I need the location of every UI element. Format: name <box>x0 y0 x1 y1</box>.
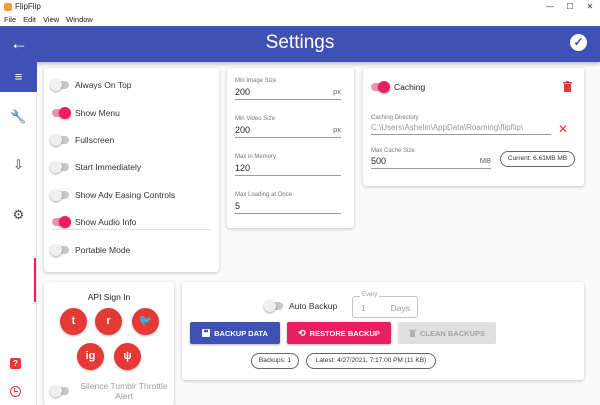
save-check-icon[interactable]: ✓ <box>570 34 587 51</box>
reddit-icon[interactable]: r <box>95 308 122 335</box>
min-video-size-field[interactable]: Min Video Size 200 px <box>235 116 341 138</box>
menu-edit[interactable]: Edit <box>23 14 36 26</box>
window-titlebar: FlipFlip — ☐ ✕ <box>0 0 600 14</box>
instagram-icon[interactable]: ig <box>77 343 104 370</box>
toggle-row-show-menu[interactable]: Show Menu <box>52 105 120 121</box>
sidebar: ≡ 🔧 ⇩ ⚙ <box>0 62 37 405</box>
twitter-icon[interactable]: 🐦 <box>132 308 159 335</box>
toggle-switch[interactable] <box>50 385 69 397</box>
current-cache-badge: Current: 6.61MB MB <box>500 151 575 167</box>
toggle-switch[interactable] <box>50 134 69 146</box>
window-title: FlipFlip <box>15 2 41 11</box>
history-icon[interactable] <box>10 386 21 397</box>
page-title: Settings <box>265 32 335 53</box>
menu-file[interactable]: File <box>4 14 16 26</box>
toggle-label: Show Audio Info <box>75 217 137 227</box>
every-unit: Days <box>390 303 410 313</box>
caching-toggle-row[interactable]: Caching <box>371 81 426 93</box>
menu-icon[interactable]: ≡ <box>0 62 37 92</box>
wrench-icon[interactable]: 🔧 <box>0 102 37 132</box>
caching-label: Caching <box>394 82 426 92</box>
min-image-size-field[interactable]: Min Image Size 200 px <box>235 78 341 100</box>
backup-every-field[interactable]: Every 1 Days <box>352 292 418 318</box>
maximize-button[interactable]: ☐ <box>560 0 580 14</box>
toggle-row-portable-mode[interactable]: Portable Mode <box>50 242 131 258</box>
auto-backup-label: Auto Backup <box>289 301 338 311</box>
trash-icon <box>408 329 416 337</box>
clear-directory-icon[interactable]: ✕ <box>558 123 568 135</box>
field-unit: MB <box>479 156 491 165</box>
toggle-switch[interactable] <box>371 81 390 93</box>
toggle-label: Always On Top <box>75 80 132 90</box>
toggle-switch[interactable] <box>264 300 283 312</box>
caching-directory-field[interactable]: Caching Directory C:\Users\Ashelin\AppDa… <box>371 115 551 135</box>
divider <box>52 229 211 230</box>
toggle-label: Start Immediately <box>75 162 142 172</box>
active-indicator <box>34 258 36 302</box>
api-signin-title: API Sign In <box>87 292 131 302</box>
bug-report-icon[interactable]: ? <box>10 358 21 369</box>
toggle-switch[interactable] <box>50 79 69 91</box>
api-signin-card: API Sign In t r 🐦 ig ψ Silence Tumblr Th… <box>44 282 174 405</box>
field-value[interactable]: 200 <box>235 87 250 97</box>
app-bar: ← Settings ✓ <box>0 26 600 62</box>
field-value[interactable]: 120 <box>235 163 250 173</box>
menu-view[interactable]: View <box>43 14 59 26</box>
general-options-card: Always On Top Show Menu Fullscreen Start… <box>44 68 219 272</box>
toggle-label: Show Menu <box>75 108 120 118</box>
latest-backup-badge: Latest: 4/27/2021, 7:17:00 PM (11 KB) <box>306 353 436 369</box>
import-file-icon[interactable]: ⇩ <box>0 150 37 180</box>
app-icon <box>4 3 12 11</box>
silence-toggle-row[interactable] <box>50 383 75 399</box>
restore-backup-button[interactable]: ⟲ RESTORE BACKUP <box>287 322 391 344</box>
auto-backup-toggle-row[interactable]: Auto Backup <box>264 298 338 314</box>
field-unit: px <box>333 87 341 96</box>
toggle-switch[interactable] <box>50 189 69 201</box>
menu-window[interactable]: Window <box>66 14 93 26</box>
toggle-row-audio-info[interactable]: Show Audio Info <box>52 214 136 230</box>
window-controls: — ☐ ✕ <box>540 0 600 14</box>
toggle-switch[interactable] <box>52 107 71 119</box>
menubar: File Edit View Window <box>0 14 600 26</box>
toggle-label: Portable Mode <box>75 245 131 255</box>
toggle-row-start-immediately[interactable]: Start Immediately <box>50 159 142 175</box>
tumblr-icon[interactable]: t <box>60 308 87 335</box>
trash-icon[interactable] <box>563 81 572 92</box>
hydrus-icon[interactable]: ψ <box>114 343 141 370</box>
every-value[interactable]: 1 <box>361 303 366 313</box>
field-value[interactable]: 200 <box>235 125 250 135</box>
silence-label: Silence Tumblr Throttle Alert <box>80 381 168 401</box>
sizes-card: Min Image Size 200 px Min Video Size 200 p… <box>227 68 354 228</box>
caching-directory-value[interactable]: C:\Users\Ashelin\AppData\Roaming\flipfli… <box>371 123 551 135</box>
max-loading-field[interactable]: Max Loading at Once 5 <box>235 192 341 214</box>
toggle-switch[interactable] <box>50 244 69 256</box>
toggle-label: Fullscreen <box>75 135 115 145</box>
max-cache-size-field[interactable]: Max Cache Size 500 MB <box>371 148 491 169</box>
toggle-switch[interactable] <box>52 216 71 228</box>
field-unit: px <box>333 125 341 134</box>
backups-count-badge: Backups: 1 <box>251 353 299 369</box>
toggle-row-always-on-top[interactable]: Always On Top <box>50 77 132 93</box>
field-value[interactable]: 500 <box>371 156 386 166</box>
field-value[interactable]: 5 <box>235 201 240 211</box>
toggle-row-adv-easing[interactable]: Show Adv Easing Controls <box>50 187 176 203</box>
close-window-button[interactable]: ✕ <box>580 0 600 14</box>
clean-backups-button[interactable]: CLEAN BACKUPS <box>398 322 496 344</box>
caching-card: Caching Caching Directory C:\Users\Ashel… <box>363 68 584 186</box>
toggle-row-fullscreen[interactable]: Fullscreen <box>50 132 115 148</box>
toggle-label: Show Adv Easing Controls <box>75 190 176 200</box>
gear-icon[interactable]: ⚙ <box>0 200 37 230</box>
backup-card: Auto Backup Every 1 Days BACKUP DATA ⟲ R… <box>182 282 584 380</box>
save-icon <box>202 329 211 337</box>
minimize-button[interactable]: — <box>540 0 560 14</box>
max-in-memory-field[interactable]: Max in Memory 120 <box>235 154 341 176</box>
restore-icon: ⟲ <box>298 327 306 338</box>
toggle-switch[interactable] <box>50 161 69 173</box>
backup-data-button[interactable]: BACKUP DATA <box>190 322 280 344</box>
